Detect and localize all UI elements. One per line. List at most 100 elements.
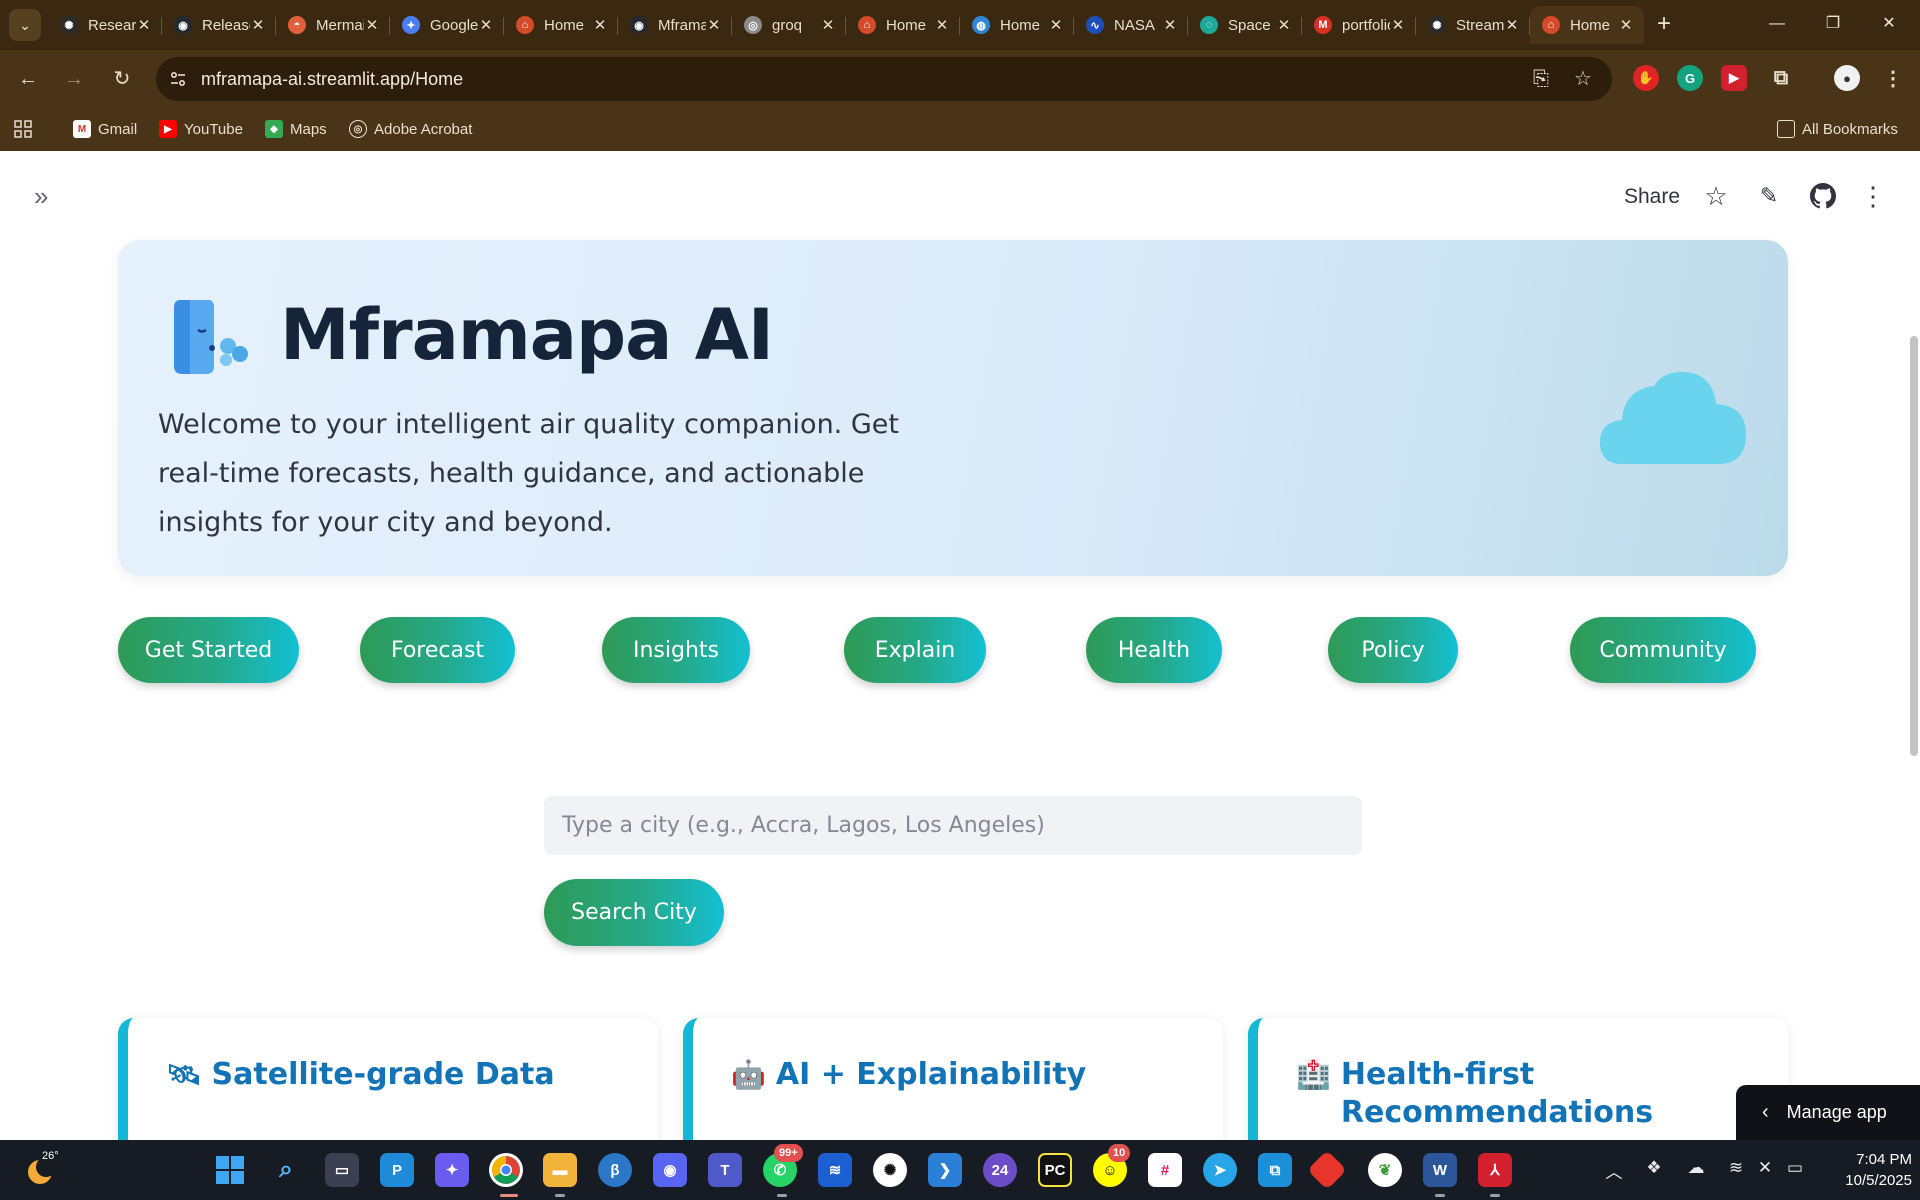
city-search-input[interactable] <box>544 796 1362 855</box>
tab[interactable]: ✦ Google ✕ <box>390 6 504 44</box>
extensions-puzzle-icon[interactable]: ⧉ <box>1768 65 1794 91</box>
tab[interactable]: ◍ Home ✕ <box>960 6 1074 44</box>
slack-icon[interactable]: # <box>1148 1153 1182 1187</box>
tab-close-icon[interactable]: ✕ <box>934 16 950 34</box>
discord-icon[interactable]: ◉ <box>653 1153 687 1187</box>
tab-close-icon[interactable]: ✕ <box>1276 16 1292 34</box>
pycharm-icon[interactable]: PC <box>1038 1153 1072 1187</box>
tab-close-icon[interactable]: ✕ <box>136 16 152 34</box>
bookmark-youtube[interactable]: ▶ YouTube <box>159 118 243 140</box>
tab[interactable]: ◓ Mermaid✕ <box>276 6 390 44</box>
search-city-button[interactable]: Search City <box>544 879 724 946</box>
explain-button[interactable]: Explain <box>844 617 986 683</box>
acrobat-icon[interactable]: ⅄ <box>1478 1153 1512 1187</box>
tab[interactable]: ◎ groq ✕ <box>732 6 846 44</box>
restore-button[interactable]: ❐ <box>1808 6 1858 42</box>
app-stack-icon[interactable]: ≋ <box>818 1153 852 1187</box>
tab-close-icon[interactable]: ✕ <box>250 16 266 34</box>
forecast-button[interactable]: Forecast <box>360 617 515 683</box>
get-started-button[interactable]: Get Started <box>118 617 299 683</box>
community-button[interactable]: Community <box>1570 617 1756 683</box>
extension-adblock-icon[interactable]: ✋ <box>1633 65 1659 91</box>
bookmark-adobe-acrobat[interactable]: ◎ Adobe Acrobat <box>349 118 472 140</box>
tab-close-icon[interactable]: ✕ <box>1504 16 1520 34</box>
app-leaf-icon[interactable]: ❦ <box>1368 1153 1402 1187</box>
app-24-icon[interactable]: 24 <box>983 1153 1017 1187</box>
tab-close-icon[interactable]: ✕ <box>820 16 836 34</box>
edit-pencil-icon[interactable]: ✎ <box>1754 181 1784 211</box>
browser-menu-icon[interactable]: ⋮ <box>1880 65 1906 91</box>
chrome-icon[interactable] <box>489 1153 523 1187</box>
tab-close-icon[interactable]: ✕ <box>364 16 380 34</box>
insights-button[interactable]: Insights <box>602 617 750 683</box>
scrollbar-thumb[interactable] <box>1910 336 1918 756</box>
battery-icon[interactable]: ▭ <box>1782 1158 1808 1178</box>
wifi-icon[interactable]: ≋ <box>1723 1158 1749 1178</box>
tray-overflow-icon[interactable]: ︿ <box>1601 1158 1627 1183</box>
page-scrollbar[interactable] <box>1908 211 1920 1140</box>
star-icon[interactable]: ☆ <box>1701 181 1731 211</box>
tab-close-icon[interactable]: ✕ <box>478 16 494 34</box>
bookmark-maps[interactable]: ◆ Maps <box>265 118 327 140</box>
word-icon[interactable]: W <box>1423 1153 1457 1187</box>
manage-app-button[interactable]: ‹ Manage app <box>1736 1085 1920 1140</box>
tab-close-icon[interactable]: ✕ <box>1048 16 1064 34</box>
site-info-icon[interactable] <box>168 69 188 89</box>
teams-icon[interactable]: T <box>708 1153 742 1187</box>
reload-button[interactable]: ↻ <box>106 63 138 95</box>
bookmark-star-icon[interactable]: ☆ <box>1570 66 1596 92</box>
install-app-icon[interactable]: ⎘ <box>1528 66 1554 92</box>
tab[interactable]: ✺ Streamlit✕ <box>1416 6 1530 44</box>
tab-close-icon[interactable]: ✕ <box>1162 16 1178 34</box>
dropbox-icon[interactable]: ❖ <box>1641 1158 1667 1178</box>
profile-avatar[interactable]: ● <box>1834 65 1860 91</box>
copilot-icon[interactable]: ✦ <box>435 1153 469 1187</box>
extension-pdf-icon[interactable]: ▶ <box>1721 65 1747 91</box>
tab[interactable]: ◌ Space ✕ <box>1188 6 1302 44</box>
back-button[interactable]: ← <box>12 63 44 95</box>
tab[interactable]: ⌂ Home ✕ <box>504 6 618 44</box>
tab-close-icon[interactable]: ✕ <box>706 16 722 34</box>
all-bookmarks-button[interactable]: All Bookmarks <box>1777 118 1898 140</box>
share-button[interactable]: Share <box>1624 181 1680 213</box>
tab[interactable]: Mportfolio✕ <box>1302 6 1416 44</box>
tab-search-button[interactable]: ⌄ <box>9 9 41 41</box>
extension-grammarly-icon[interactable]: G <box>1677 65 1703 91</box>
close-window-button[interactable]: ✕ <box>1864 6 1914 42</box>
tab[interactable]: ◉ Mframapa✕ <box>618 6 732 44</box>
apps-grid-icon[interactable] <box>14 118 32 140</box>
tab[interactable]: ◉ Releases✕ <box>162 6 276 44</box>
expand-sidebar-icon[interactable]: » <box>34 183 60 209</box>
more-options-icon[interactable]: ⋮ <box>1858 181 1888 211</box>
github-icon[interactable] <box>1808 181 1838 211</box>
telegram-icon[interactable]: ➤ <box>1203 1153 1237 1187</box>
forward-button[interactable]: → <box>58 63 90 95</box>
chatgpt-icon[interactable]: ✺ <box>873 1153 907 1187</box>
url-text[interactable]: mframapa-ai.streamlit.app/Home <box>201 69 463 90</box>
policy-button[interactable]: Policy <box>1328 617 1458 683</box>
tab-close-icon[interactable]: ✕ <box>592 16 608 34</box>
tab[interactable]: ✺ Research✕ <box>48 6 162 44</box>
onedrive-icon[interactable]: ☁ <box>1683 1158 1709 1178</box>
app-pre-icon[interactable]: P <box>380 1153 414 1187</box>
tab[interactable]: ⌂ Home ✕ <box>1530 6 1644 44</box>
tab[interactable]: ⌂ Home ✕ <box>846 6 960 44</box>
tab-close-icon[interactable]: ✕ <box>1618 16 1634 34</box>
windows-start-icon[interactable] <box>213 1153 247 1187</box>
health-button[interactable]: Health <box>1086 617 1222 683</box>
new-tab-button[interactable]: + <box>1650 10 1678 38</box>
bookmark-gmail[interactable]: M Gmail <box>73 118 137 140</box>
search-icon[interactable]: ⌕ <box>269 1153 303 1187</box>
system-clock[interactable]: 7:04 PM 10/5/2025 <box>1812 1149 1912 1191</box>
git-icon[interactable] <box>1307 1150 1347 1190</box>
tab-close-icon[interactable]: ✕ <box>1390 16 1406 34</box>
task-view-icon[interactable]: ▭ <box>325 1153 359 1187</box>
minimize-button[interactable]: — <box>1752 6 1802 42</box>
app-window-icon[interactable]: ⧉ <box>1258 1153 1292 1187</box>
file-explorer-icon[interactable]: ▬ <box>543 1153 577 1187</box>
vscode-icon[interactable]: ❯ <box>928 1153 962 1187</box>
tab[interactable]: ∿ NASA ✕ <box>1074 6 1188 44</box>
volume-muted-icon[interactable]: ✕ <box>1752 1158 1778 1178</box>
address-bar[interactable]: mframapa-ai.streamlit.app/Home ⎘ ☆ <box>156 57 1612 101</box>
beta-app-icon[interactable]: β <box>598 1153 632 1187</box>
